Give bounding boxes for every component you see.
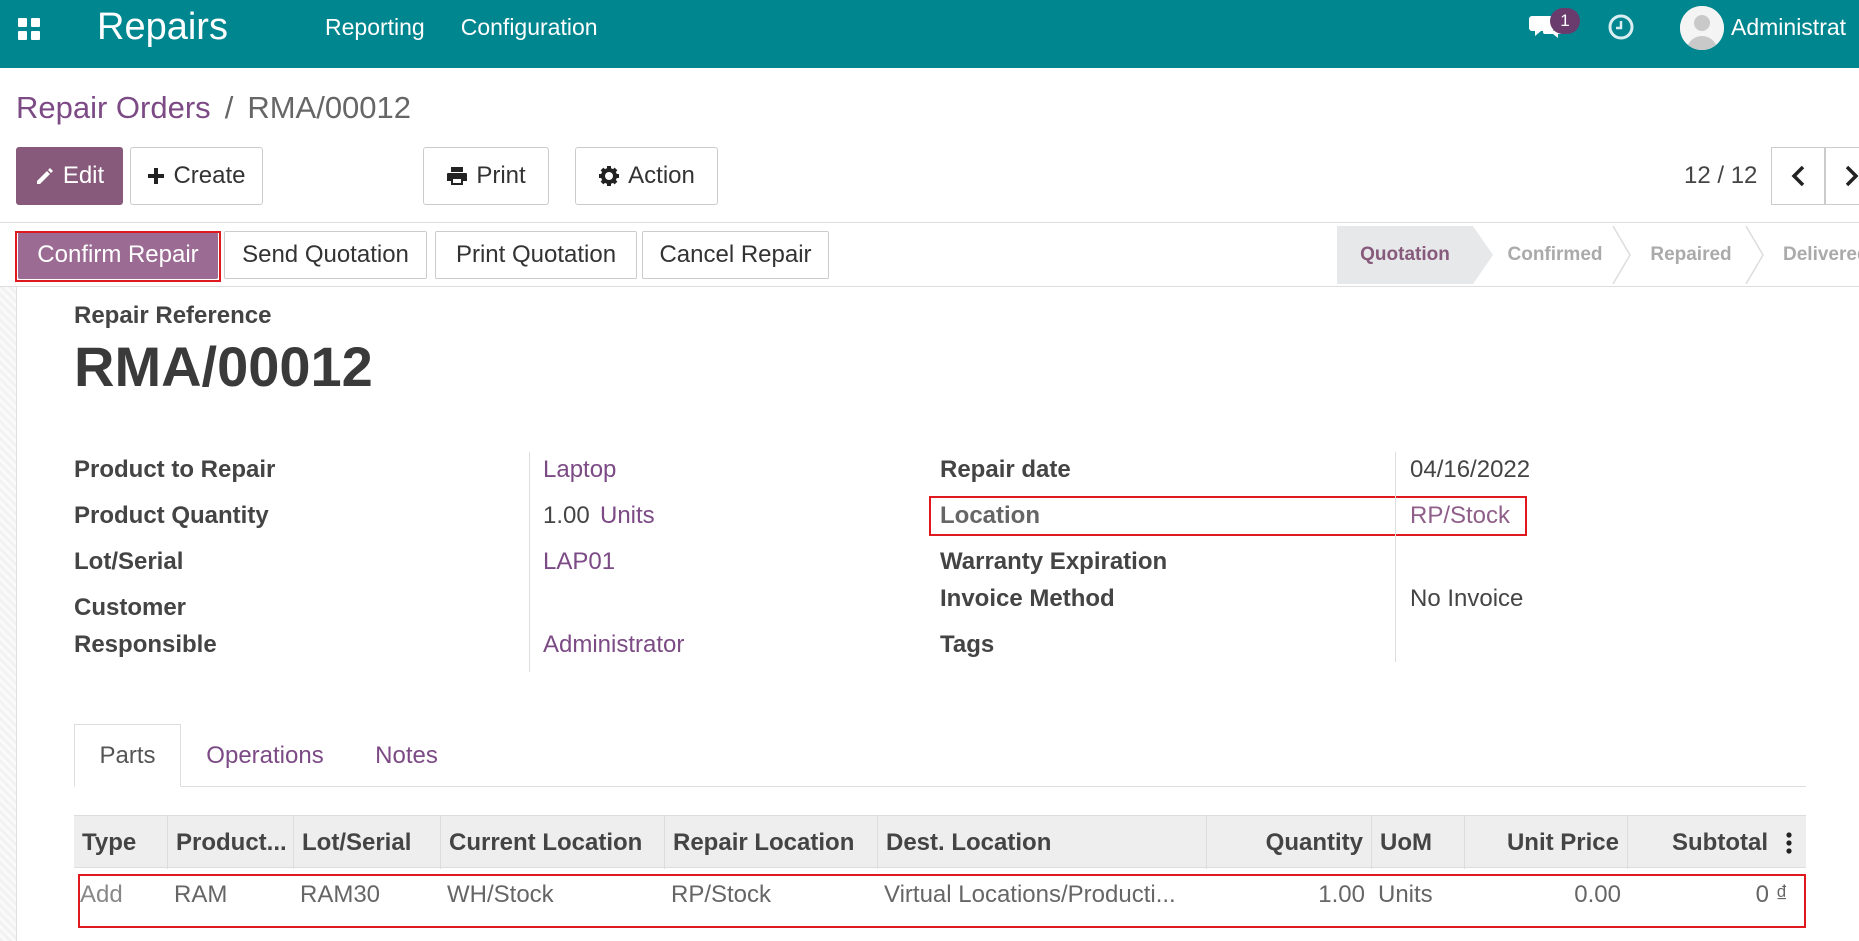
cell-uom[interactable]: Units: [1372, 868, 1464, 922]
col-type[interactable]: Type: [74, 816, 168, 869]
repair-reference-label: Repair Reference: [74, 302, 272, 329]
stage-arrow: [1473, 226, 1493, 284]
cell-type[interactable]: Add: [74, 868, 168, 922]
stage-quotation[interactable]: Quotation: [1337, 226, 1473, 284]
location-value[interactable]: RP/Stock: [1410, 502, 1510, 530]
invoice-method-label: Invoice Method: [940, 585, 1115, 612]
right-group-separator: [1395, 452, 1396, 662]
action-label: Action: [628, 162, 695, 189]
printer-icon: [447, 167, 468, 185]
cell-dest-location[interactable]: Virtual Locations/Producti...: [878, 868, 1206, 922]
warranty-expiration-label: Warranty Expiration: [940, 548, 1168, 575]
repair-date-label: Repair date: [940, 456, 1071, 483]
create-label: Create: [173, 162, 246, 189]
chevron-left-icon: [1791, 165, 1805, 187]
parts-table-header: Type Product... Lot/Serial Current Locat…: [74, 815, 1806, 869]
pencil-icon: [36, 168, 53, 184]
tab-notes[interactable]: Notes: [355, 724, 458, 787]
pager-previous-button[interactable]: [1771, 147, 1825, 205]
product-to-repair-label: Product to Repair: [74, 456, 276, 483]
left-group-separator: [529, 452, 530, 672]
stage-separator: [1745, 226, 1764, 284]
main-menu: Reporting Configuration: [325, 14, 598, 41]
tab-operations[interactable]: Operations: [190, 724, 340, 787]
tab-parts[interactable]: Parts: [74, 724, 181, 787]
tags-label: Tags: [940, 631, 995, 658]
location-label: Location: [940, 502, 1040, 529]
repair-reference-value: RMA/00012: [74, 335, 373, 398]
product-to-repair-value[interactable]: Laptop: [543, 456, 616, 484]
stage-delivered[interactable]: Delivered: [1765, 226, 1859, 284]
breadcrumb-repair-orders[interactable]: Repair Orders: [16, 90, 211, 126]
col-unit-price[interactable]: Unit Price: [1465, 816, 1627, 869]
optional-columns-icon[interactable]: [1784, 832, 1794, 854]
activity-clock-icon[interactable]: [1607, 13, 1635, 41]
cell-subtotal: 0 ₫: [1755, 881, 1788, 908]
col-lot-serial[interactable]: Lot/Serial: [294, 816, 440, 869]
stage-confirmed[interactable]: Confirmed: [1495, 226, 1615, 284]
user-name[interactable]: Administrat: [1731, 14, 1846, 41]
sheet-background: [0, 287, 17, 941]
menu-configuration[interactable]: Configuration: [461, 14, 598, 41]
chevron-right-icon: [1845, 165, 1859, 187]
stage-repaired[interactable]: Repaired: [1632, 226, 1750, 284]
edit-button[interactable]: Edit: [16, 147, 123, 205]
control-panel-divider: [0, 222, 1859, 223]
table-row[interactable]: Add RAM RAM30 WH/Stock RP/Stock Virtual …: [74, 868, 1806, 922]
cell-unit-price[interactable]: 0.00: [1465, 868, 1627, 922]
message-count-badge: 1: [1550, 8, 1580, 34]
product-quantity-label: Product Quantity: [74, 502, 269, 529]
app-title[interactable]: Repairs: [97, 6, 228, 49]
invoice-method-value[interactable]: No Invoice: [1410, 585, 1523, 613]
breadcrumb-current: RMA/00012: [247, 90, 412, 125]
cell-quantity[interactable]: 1.00: [1207, 868, 1371, 922]
lot-serial-label: Lot/Serial: [74, 548, 184, 575]
confirm-repair-button[interactable]: Confirm Repair: [18, 231, 218, 279]
col-repair-location[interactable]: Repair Location: [665, 816, 877, 869]
menu-reporting[interactable]: Reporting: [325, 14, 425, 41]
top-navbar: Repairs Reporting Configuration 1 Admini…: [0, 0, 1859, 68]
cell-repair-location[interactable]: RP/Stock: [665, 868, 877, 922]
user-avatar[interactable]: [1680, 6, 1724, 50]
create-button[interactable]: Create: [130, 147, 263, 205]
breadcrumb: Repair Orders / RMA/00012: [16, 90, 411, 126]
statusbar-divider: [0, 286, 1859, 287]
cancel-repair-button[interactable]: Cancel Repair: [642, 231, 829, 279]
print-label: Print: [476, 162, 526, 189]
col-subtotal[interactable]: Subtotal: [1628, 816, 1776, 869]
cell-product[interactable]: RAM: [168, 868, 294, 922]
breadcrumb-separator: /: [224, 90, 234, 125]
print-quotation-button[interactable]: Print Quotation: [435, 231, 637, 279]
col-current-location[interactable]: Current Location: [441, 816, 664, 869]
send-quotation-button[interactable]: Send Quotation: [224, 231, 427, 279]
cell-lot-serial[interactable]: RAM30: [294, 868, 440, 922]
edit-label: Edit: [62, 162, 105, 189]
repair-date-value[interactable]: 04/16/2022: [1410, 456, 1530, 484]
col-uom[interactable]: UoM: [1372, 816, 1464, 869]
responsible-label: Responsible: [74, 631, 217, 658]
pager-next-button[interactable]: [1825, 147, 1859, 205]
pager-value[interactable]: 12 / 12: [1684, 162, 1757, 190]
product-quantity-value: 1.00: [543, 502, 590, 529]
plus-icon: [148, 168, 165, 184]
col-product[interactable]: Product...: [168, 816, 294, 869]
product-quantity-uom[interactable]: Units: [600, 502, 655, 530]
col-dest-location[interactable]: Dest. Location: [878, 816, 1206, 869]
lot-serial-value[interactable]: LAP01: [543, 548, 615, 576]
print-button[interactable]: Print: [423, 147, 549, 205]
action-button[interactable]: Action: [575, 147, 718, 205]
col-quantity[interactable]: Quantity: [1207, 816, 1371, 869]
cell-current-location[interactable]: WH/Stock: [441, 868, 664, 922]
stage-separator: [1612, 226, 1631, 284]
customer-label: Customer: [74, 594, 187, 621]
responsible-value[interactable]: Administrator: [543, 631, 684, 659]
gear-icon: [599, 166, 620, 186]
apps-menu-icon[interactable]: [18, 18, 40, 40]
